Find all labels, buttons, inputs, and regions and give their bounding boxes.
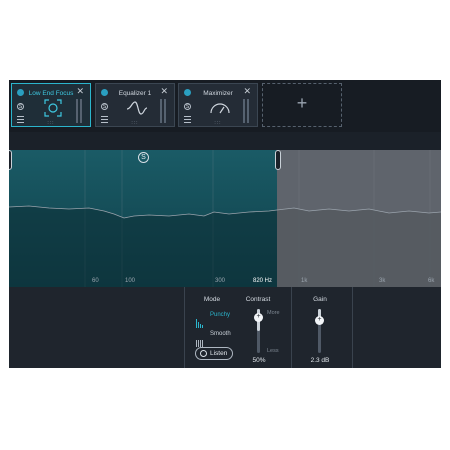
gain-heading: Gain bbox=[313, 296, 327, 303]
gain-knob[interactable]: + bbox=[315, 316, 324, 325]
solo-icon[interactable]: S bbox=[101, 103, 108, 110]
module-maximizer[interactable]: S Maximizer ✕ ::: bbox=[178, 83, 258, 127]
listen-button[interactable]: Listen bbox=[195, 347, 233, 360]
listen-label: Listen bbox=[210, 350, 228, 357]
crossover-handle[interactable] bbox=[275, 150, 281, 170]
module-low-end-focus[interactable]: S Low End Focus ✕ ::: bbox=[11, 83, 91, 127]
level-meters bbox=[76, 99, 83, 123]
ozone-plugin-window: S Low End Focus ✕ ::: S Equalizer 1 ✕ ::… bbox=[9, 80, 441, 368]
crossover-frequency: 820 Hz bbox=[253, 278, 273, 284]
gain-value: 2.3 dB bbox=[310, 357, 330, 364]
close-icon[interactable]: ✕ bbox=[76, 86, 84, 97]
contrast-value: 50% bbox=[252, 357, 266, 364]
mode-heading: Mode bbox=[203, 296, 221, 303]
eq-curve-icon bbox=[126, 101, 148, 115]
freq-label-100: 100 bbox=[125, 278, 136, 284]
freq-label-3k: 3k bbox=[379, 278, 386, 284]
level-meters bbox=[243, 99, 250, 123]
close-icon[interactable]: ✕ bbox=[243, 86, 251, 97]
divider bbox=[291, 287, 292, 368]
contrast-less-label: Less bbox=[267, 348, 279, 354]
module-equalizer-1[interactable]: S Equalizer 1 ✕ ::: bbox=[95, 83, 175, 127]
ear-icon bbox=[200, 350, 207, 357]
solo-icon[interactable]: S bbox=[17, 103, 24, 110]
level-meters bbox=[160, 99, 167, 123]
contrast-more-label: More bbox=[267, 310, 280, 316]
freq-label-1k: 1k bbox=[301, 278, 308, 284]
mode-option-punchy[interactable]: Punchy bbox=[210, 312, 230, 318]
contrast-heading: Contrast bbox=[245, 296, 271, 303]
spectrum-graph[interactable]: S 60 100 300 820 Hz 1k 3k 6k bbox=[9, 150, 441, 287]
low-end-focus-icon bbox=[44, 99, 62, 117]
contrast-knob[interactable]: + bbox=[254, 313, 263, 322]
freq-label-60: 60 bbox=[92, 278, 99, 284]
band-solo-icon[interactable]: S bbox=[138, 152, 149, 163]
add-module-button[interactable]: + bbox=[262, 83, 342, 127]
spectrum-fill-left bbox=[9, 206, 277, 287]
spectrum-svg bbox=[9, 150, 441, 287]
module-controls: Mode Punchy Smooth Listen Contrast More … bbox=[9, 287, 441, 368]
left-band-handle[interactable] bbox=[9, 150, 12, 170]
freq-label-300: 300 bbox=[215, 278, 226, 284]
add-module-label: + bbox=[296, 93, 308, 113]
spectrum-fill-right bbox=[277, 208, 441, 287]
smooth-icon[interactable] bbox=[196, 329, 206, 347]
divider bbox=[352, 287, 353, 368]
divider bbox=[184, 287, 185, 368]
gauge-icon bbox=[210, 103, 230, 114]
freq-label-6k: 6k bbox=[428, 278, 435, 284]
mode-option-smooth[interactable]: Smooth bbox=[210, 331, 231, 337]
punchy-icon[interactable] bbox=[196, 310, 206, 328]
solo-icon[interactable]: S bbox=[184, 103, 191, 110]
module-strip: S Low End Focus ✕ ::: S Equalizer 1 ✕ ::… bbox=[9, 80, 441, 132]
close-icon[interactable]: ✕ bbox=[160, 86, 168, 97]
